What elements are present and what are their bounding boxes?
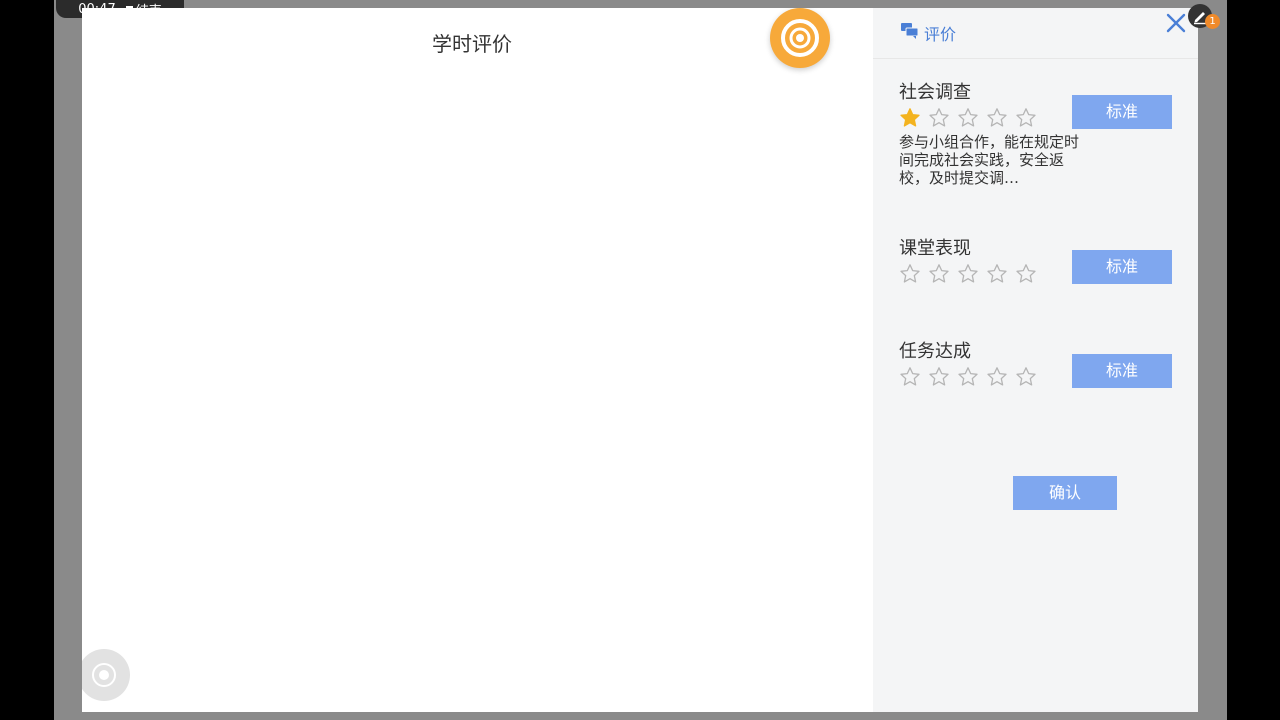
close-icon[interactable] — [1165, 12, 1187, 34]
criterion-name: 课堂表现 — [899, 238, 971, 259]
standard-button-social-survey[interactable]: 标准 — [1072, 95, 1172, 129]
criterion-description: 参与小组合作，能在规定时间完成社会实践，安全返校，及时提交调… — [899, 133, 1080, 187]
panel-header: 评价 — [873, 8, 1198, 59]
page-title: 学时评价 — [432, 32, 512, 56]
target-icon — [781, 19, 819, 57]
left-pane: 学时评价 — [82, 8, 873, 712]
evaluation-panel: 评价 社会调查 参与小组合作，能在规定时间完成社会实践，安全返校，及时提交调… … — [873, 8, 1198, 712]
star-empty-icon[interactable] — [1015, 366, 1037, 388]
star-empty-icon[interactable] — [986, 366, 1008, 388]
star-empty-icon[interactable] — [899, 366, 921, 388]
star-empty-icon[interactable] — [986, 107, 1008, 129]
criterion-name: 社会调查 — [899, 82, 971, 103]
star-empty-icon[interactable] — [957, 263, 979, 285]
star-rating — [899, 263, 1037, 285]
confirm-button[interactable]: 确认 — [1013, 476, 1117, 510]
standard-button-task-completion[interactable]: 标准 — [1072, 354, 1172, 388]
star-empty-icon[interactable] — [928, 366, 950, 388]
star-rating — [899, 366, 1037, 388]
annotation-pen-button[interactable]: 1 — [1188, 4, 1220, 32]
target-button[interactable] — [770, 8, 830, 68]
assistive-touch-button[interactable] — [82, 649, 130, 701]
star-empty-icon[interactable] — [1015, 107, 1037, 129]
star-rating — [899, 107, 1037, 129]
star-empty-icon[interactable] — [899, 263, 921, 285]
assistive-touch-icon — [92, 663, 116, 687]
star-empty-icon[interactable] — [957, 366, 979, 388]
standard-button-class-performance[interactable]: 标准 — [1072, 250, 1172, 284]
criterion-name: 任务达成 — [899, 341, 971, 362]
evaluation-modal: 学时评价 评价 社会调查 参与小组合作，能在规定时间完成社会实践，安全返校，及时… — [82, 8, 1198, 712]
panel-header-label: 评价 — [924, 25, 957, 44]
star-empty-icon[interactable] — [1015, 263, 1037, 285]
star-empty-icon[interactable] — [928, 263, 950, 285]
chat-bubbles-icon — [901, 23, 919, 39]
notification-badge: 1 — [1205, 14, 1220, 29]
star-empty-icon[interactable] — [986, 263, 1008, 285]
star-empty-icon[interactable] — [928, 107, 950, 129]
star-empty-icon[interactable] — [957, 107, 979, 129]
star-filled-icon[interactable] — [899, 107, 921, 129]
